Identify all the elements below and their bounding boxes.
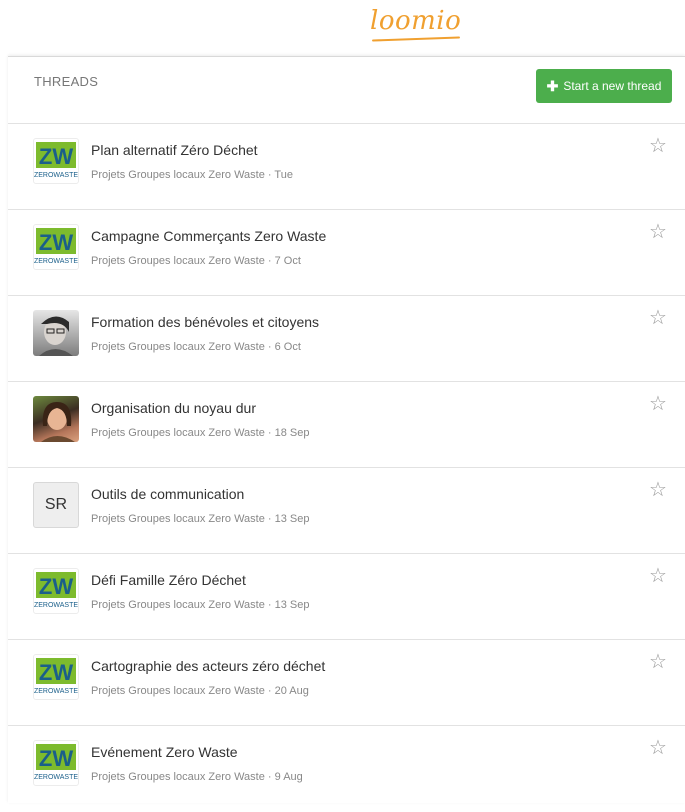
meta-separator: · (264, 771, 275, 783)
svg-text:ZEROWASTE: ZEROWASTE (34, 774, 78, 781)
thread-time: 13 Sep (274, 599, 310, 611)
thread-group[interactable]: Projets Groupes locaux Zero Waste (91, 255, 265, 267)
thread-group[interactable]: Projets Groupes locaux Zero Waste (91, 599, 265, 611)
svg-text:ZW: ZW (39, 144, 73, 169)
thread-row[interactable]: ZW ZEROWASTE Cartographie des acteurs zér… (8, 640, 685, 726)
star-outline-icon[interactable]: ☆ (649, 394, 667, 414)
thread-time: 9 Aug (274, 771, 303, 783)
zero-waste-logo-avatar: ZW ZEROWASTE (33, 224, 79, 270)
svg-text:ZW: ZW (39, 230, 73, 255)
thread-meta: Projets Groupes locaux Zero Waste · 13 S… (91, 599, 310, 611)
thread-row[interactable]: Formation des bénévoles et citoyens Proj… (8, 296, 685, 382)
meta-separator: · (264, 427, 275, 439)
plus-icon: ✚ (546, 78, 559, 94)
meta-separator: · (264, 599, 275, 611)
thread-title[interactable]: Campagne Commerçants Zero Waste (91, 228, 326, 244)
thread-title[interactable]: Cartographie des acteurs zéro déchet (91, 658, 325, 674)
threads-heading: THREADS (34, 74, 99, 89)
thread-row[interactable]: ZW ZEROWASTE Défi Famille Zéro Déchet Pro… (8, 554, 685, 640)
start-new-thread-label: Start a new thread (563, 79, 662, 93)
thread-group[interactable]: Projets Groupes locaux Zero Waste (91, 771, 265, 783)
thread-title[interactable]: Défi Famille Zéro Déchet (91, 572, 246, 588)
thread-meta: Projets Groupes locaux Zero Waste · 6 Oc… (91, 341, 301, 353)
top-bar: loomio (0, 0, 685, 56)
thread-row[interactable]: SR Outils de communication Projets Group… (8, 468, 685, 554)
zero-waste-logo-avatar: ZW ZEROWASTE (33, 138, 79, 184)
thread-group[interactable]: Projets Groupes locaux Zero Waste (91, 685, 265, 697)
thread-title[interactable]: Formation des bénévoles et citoyens (91, 314, 319, 330)
thread-group[interactable]: Projets Groupes locaux Zero Waste (91, 169, 265, 181)
threads-panel: THREADS ✚ Start a new thread ZW ZEROWASTE… (8, 56, 685, 803)
meta-separator: · (264, 169, 275, 181)
user-photo-avatar (33, 396, 79, 442)
thread-meta: Projets Groupes locaux Zero Waste · 7 Oc… (91, 255, 301, 267)
thread-time: 7 Oct (274, 255, 301, 267)
thread-meta: Projets Groupes locaux Zero Waste · 13 S… (91, 513, 310, 525)
thread-title[interactable]: Organisation du noyau dur (91, 400, 256, 416)
thread-group[interactable]: Projets Groupes locaux Zero Waste (91, 341, 265, 353)
star-outline-icon[interactable]: ☆ (649, 480, 667, 500)
thread-group[interactable]: Projets Groupes locaux Zero Waste (91, 427, 265, 439)
thread-row[interactable]: ZW ZEROWASTE Plan alternatif Zéro Déchet … (8, 124, 685, 210)
star-outline-icon[interactable]: ☆ (649, 738, 667, 758)
svg-text:ZEROWASTE: ZEROWASTE (34, 258, 78, 265)
zero-waste-logo-avatar: ZW ZEROWASTE (33, 568, 79, 614)
thread-row[interactable]: ZW ZEROWASTE Evénement Zero Waste Projets… (8, 726, 685, 812)
zero-waste-logo-avatar: ZW ZEROWASTE (33, 740, 79, 786)
star-outline-icon[interactable]: ☆ (649, 308, 667, 328)
logo-swoosh (371, 36, 461, 42)
thread-meta: Projets Groupes locaux Zero Waste · 9 Au… (91, 771, 303, 783)
star-outline-icon[interactable]: ☆ (649, 652, 667, 672)
zero-waste-logo-avatar: ZW ZEROWASTE (33, 654, 79, 700)
thread-time: 18 Sep (274, 427, 310, 439)
meta-separator: · (264, 685, 275, 697)
svg-text:ZW: ZW (39, 746, 73, 771)
thread-title[interactable]: Plan alternatif Zéro Déchet (91, 142, 258, 158)
star-outline-icon[interactable]: ☆ (649, 136, 667, 156)
thread-row[interactable]: ZW ZEROWASTE Campagne Commerçants Zero Wa… (8, 210, 685, 296)
thread-time: 13 Sep (274, 513, 310, 525)
meta-separator: · (264, 255, 275, 267)
loomio-logo[interactable]: loomio (370, 6, 461, 36)
star-outline-icon[interactable]: ☆ (649, 566, 667, 586)
svg-text:ZW: ZW (39, 574, 73, 599)
svg-text:ZW: ZW (39, 660, 73, 685)
svg-text:ZEROWASTE: ZEROWASTE (34, 688, 78, 695)
thread-meta: Projets Groupes locaux Zero Waste · 18 S… (91, 427, 310, 439)
meta-separator: · (264, 513, 275, 525)
thread-time: 6 Oct (274, 341, 301, 353)
initials-avatar: SR (33, 482, 79, 528)
thread-meta: Projets Groupes locaux Zero Waste · Tue (91, 169, 293, 181)
svg-text:ZEROWASTE: ZEROWASTE (34, 602, 78, 609)
start-new-thread-button[interactable]: ✚ Start a new thread (536, 69, 672, 103)
meta-separator: · (264, 341, 275, 353)
thread-group[interactable]: Projets Groupes locaux Zero Waste (91, 513, 265, 525)
thread-title[interactable]: Outils de communication (91, 486, 244, 502)
thread-row[interactable]: Organisation du noyau dur Projets Groupe… (8, 382, 685, 468)
user-photo-avatar (33, 310, 79, 356)
thread-time: 20 Aug (274, 685, 309, 697)
thread-meta: Projets Groupes locaux Zero Waste · 20 A… (91, 685, 309, 697)
star-outline-icon[interactable]: ☆ (649, 222, 667, 242)
svg-text:ZEROWASTE: ZEROWASTE (34, 172, 78, 179)
threads-header: THREADS ✚ Start a new thread (8, 57, 685, 124)
thread-time: Tue (274, 169, 293, 181)
thread-title[interactable]: Evénement Zero Waste (91, 744, 238, 760)
